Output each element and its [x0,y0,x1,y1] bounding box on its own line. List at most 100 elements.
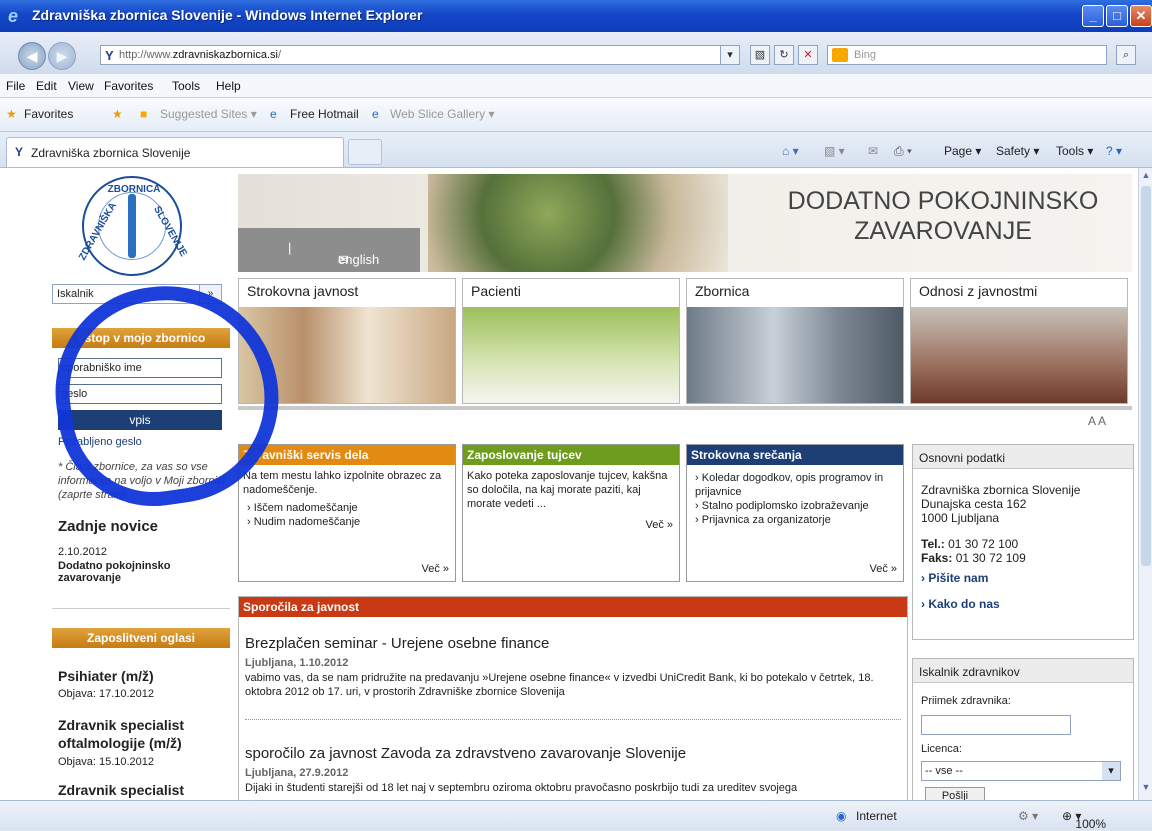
building-image [687,307,903,403]
doctor-search-header: Iskalnik zdravnikov [913,659,1133,683]
service-box: Strokovna srečanja › Koledar dogodkov, o… [686,444,904,582]
zoom-level[interactable]: ⊕ 100% ▾ [1062,809,1106,831]
menu-favorites[interactable]: Favorites [104,79,153,93]
service-box: Zdravniški servis dela Na tem mestu lahk… [238,444,456,582]
page-menu[interactable]: Page ▾ [944,144,981,158]
new-tab-button[interactable] [348,139,382,165]
licence-select[interactable]: -- vse -- ▾ [921,761,1121,781]
back-button[interactable]: ◀ [18,42,46,70]
forward-button[interactable]: ▶ [48,42,76,70]
suggested-sites-icon: ■ [140,107,148,121]
org-city: 1000 Ljubljana [921,511,1000,525]
page-content: ZBORNICA ZDRAVNIŠKA SLOVENIJE Iskalnik» … [0,168,1138,800]
close-button[interactable]: ✕ [1130,5,1152,27]
address-bar[interactable]: Y http://www.zdravniskazbornica.si/ [100,45,740,65]
news-link[interactable]: Dodatno pokojninsko zavarovanje [58,560,208,584]
more-link[interactable]: Več » [645,519,673,531]
press-title[interactable]: Brezplačen seminar - Urejene osebne fina… [245,635,549,652]
list-item[interactable]: › Stalno podiplomsko izobraževanje [695,499,895,513]
job-date: Objava: 17.10.2012 [58,688,155,700]
licence-label: Licenca: [921,743,962,755]
hotmail-icon: e [270,107,277,121]
category-public-relations[interactable]: Odnosi z javnostmi [910,278,1128,404]
web-slice-gallery-link[interactable]: Web Slice Gallery ▾ [390,107,495,121]
job-title[interactable]: Psihiater (m/ž) [58,668,228,684]
category-chamber[interactable]: Zbornica [686,278,904,404]
service-box-title[interactable]: Zaposlovanje tujcev [463,445,679,465]
separator [238,406,1132,410]
help-icon[interactable]: ? ▾ [1106,144,1122,158]
surname-input[interactable] [921,715,1071,735]
service-box-title[interactable]: Zdravniški servis dela [239,445,455,465]
home-icon[interactable]: ⌂ ▾ [782,144,799,158]
job-title[interactable]: Zdravnik specialist [58,782,228,798]
more-link[interactable]: Več » [869,563,897,575]
feeds-icon[interactable]: ▧ ▾ [824,144,845,158]
list-item[interactable]: › Koledar dogodkov, opis programov in pr… [695,471,895,499]
vertical-scrollbar[interactable]: ▲ ▼ [1138,168,1152,800]
list-item[interactable]: › Nudim nadomeščanje [247,515,447,529]
basic-info-box: Osnovni podatki Zdravniška zbornica Slov… [912,444,1134,640]
service-box-title[interactable]: Strokovna srečanja [687,445,903,465]
list-item[interactable]: › Iščem nadomeščanje [247,501,447,515]
directions-link[interactable]: › Kako do nas [921,597,1080,611]
press-releases: Sporočila za javnost Brezplačen seminar … [238,596,908,800]
safety-menu[interactable]: Safety ▾ [996,144,1039,158]
english-link[interactable]: english | ✉ [238,228,420,272]
scroll-down-icon[interactable]: ▼ [1140,782,1152,796]
free-hotmail-link[interactable]: Free Hotmail [290,107,359,121]
search-input[interactable]: Bing [827,45,1107,65]
zbornica-logo[interactable]: ZBORNICA ZDRAVNIŠKA SLOVENIJE [77,176,189,276]
window-title: Zdravniška zbornica Slovenije - Windows … [32,7,423,23]
list-item[interactable]: › Prijavnica za organizatorje [695,513,895,527]
menu-view[interactable]: View [68,79,94,93]
doctor-search-box: Iskalnik zdravnikov Priimek zdravnika: L… [912,658,1134,800]
status-bar: ◉ Internet ⚙ ▾ ⊕ 100% ▾ [0,800,1152,831]
news-date: 2.10.2012 [58,546,107,558]
caduceus-icon [128,194,136,258]
font-size-toggle[interactable]: A A [1088,414,1106,428]
favorites-bar: ★ Favorites ★ ■ Suggested Sites ▾ e Free… [0,98,1152,132]
maximize-button[interactable]: □ [1106,5,1128,27]
minimize-button[interactable]: _ [1082,5,1104,27]
menu-edit[interactable]: Edit [36,79,57,93]
job-title[interactable]: Zdravnik specialist oftalmologije (m/ž) [58,716,218,752]
basic-info-header: Osnovni podatki [913,445,1133,469]
send-button[interactable]: Pošlji [925,787,985,800]
title-bar: e Zdravniška zbornica Slovenije - Window… [0,0,1152,32]
fax: Faks: 01 30 72 109 [921,551,1026,565]
category-patients[interactable]: Pacienti [462,278,680,404]
print-icon[interactable]: ⎙ ▾ [894,144,912,159]
org-street: Dunajska cesta 162 [921,497,1027,511]
search-icon[interactable]: ⌕ [1116,45,1136,65]
compatibility-icon[interactable]: ▧ [750,45,770,65]
mail-icon[interactable]: ✉ [338,252,349,268]
menu-tools[interactable]: Tools [172,79,200,93]
chevron-down-icon: ▾ [1102,762,1120,780]
org-name: Zdravniška zbornica Slovenije [921,483,1081,497]
refresh-button[interactable]: ↻ [774,45,794,65]
suggested-sites-link[interactable]: Suggested Sites ▾ [160,107,257,121]
read-mail-icon[interactable]: ✉ [868,144,878,158]
tab-favicon-icon: Y [15,145,24,159]
address-dropdown-button[interactable]: ▾ [720,45,740,65]
tab-active[interactable]: Y Zdravniška zbornica Slovenije [6,137,344,167]
scroll-up-icon[interactable]: ▲ [1140,170,1152,184]
more-link[interactable]: Več » [421,563,449,575]
write-us-link[interactable]: › Pišite nam [921,571,1080,585]
newspaper-image [911,307,1127,403]
press-title[interactable]: sporočilo za javnost Zavoda za zdravstve… [245,745,686,762]
stop-button[interactable]: ✕ [798,45,818,65]
add-favorite-icon[interactable]: ★ [112,107,123,121]
menu-file[interactable]: File [6,79,25,93]
favorites-button[interactable]: Favorites [24,107,73,121]
navigation-bar: ◀ ▶ Y http://www.zdravniskazbornica.si/ … [0,32,1152,74]
surname-label: Priimek zdravnika: [921,695,1011,707]
menu-help[interactable]: Help [216,79,241,93]
protected-mode-icon[interactable]: ⚙ ▾ [1018,809,1038,823]
scroll-thumb[interactable] [1141,186,1151,566]
tools-menu[interactable]: Tools ▾ [1056,144,1093,158]
press-body: Dijaki in študenti starejši od 18 let na… [245,782,798,794]
press-body: vabimo vas, da se nam pridružite na pred… [245,672,874,698]
globe-icon: ◉ [836,809,847,823]
